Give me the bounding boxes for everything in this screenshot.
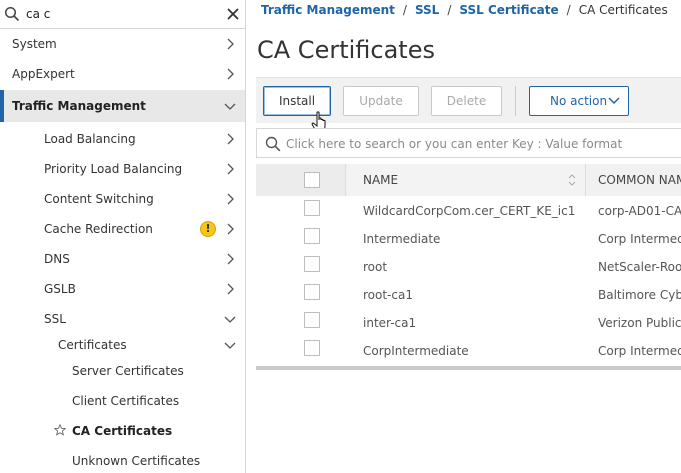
sidebar-item-label: Content Switching: [44, 192, 154, 206]
table-search-placeholder: Click here to search or you can enter Ke…: [286, 137, 623, 151]
sidebar-item-priority-load-balancing[interactable]: Priority Load Balancing: [0, 154, 245, 184]
column-header-label: NAME: [363, 173, 399, 187]
sidebar-item-label: Certificates: [58, 338, 127, 352]
sidebar-item-label: Client Certificates: [72, 394, 180, 408]
breadcrumb-separator: /: [447, 3, 452, 17]
breadcrumb-link[interactable]: Traffic Management: [261, 3, 395, 17]
cell-name: root-ca1: [363, 288, 413, 302]
sidebar-item-traffic-management[interactable]: Traffic Management: [0, 90, 245, 122]
cell-name: inter-ca1: [363, 316, 417, 330]
row-checkbox[interactable]: [304, 284, 320, 300]
sidebar-item-label: Cache Redirection: [44, 222, 153, 236]
chevron-right-icon: [227, 253, 234, 265]
cell-common-name: Corp Intermedia: [598, 232, 681, 246]
search-icon: [4, 6, 20, 22]
table-search[interactable]: Click here to search or you can enter Ke…: [256, 128, 681, 158]
chevron-down-icon: [224, 316, 236, 323]
cell-common-name: Baltimore Cyber: [598, 288, 681, 302]
chevron-right-icon: [227, 38, 234, 50]
header-select-column: [256, 164, 346, 196]
sidebar-item-ca-certificates[interactable]: CA Certificates: [0, 416, 245, 446]
cell-name: WildcardCorpCom.cer_CERT_KE_ic1: [363, 204, 576, 218]
delete-button[interactable]: Delete: [431, 86, 502, 116]
chevron-right-icon: [227, 193, 234, 205]
toolbar: Install Update Delete No action: [256, 77, 681, 132]
sidebar-item-label: Traffic Management: [12, 99, 146, 113]
breadcrumb-link[interactable]: SSL Certificate: [459, 3, 558, 17]
table-row[interactable]: CorpIntermediate Corp Intermedia: [256, 336, 681, 364]
chevron-down-icon: [608, 97, 620, 105]
sidebar-item-label: Priority Load Balancing: [44, 162, 183, 176]
sidebar-item-load-balancing[interactable]: Load Balancing: [0, 124, 245, 154]
table-row[interactable]: inter-ca1 Verizon Public S: [256, 308, 681, 336]
breadcrumb-separator: /: [566, 3, 571, 17]
chevron-right-icon: [227, 133, 234, 145]
sidebar-item-cache-redirection[interactable]: Cache Redirection !: [0, 214, 245, 244]
sidebar-item-label: CA Certificates: [72, 424, 173, 438]
row-checkbox[interactable]: [304, 256, 320, 272]
table-row[interactable]: Intermediate Corp Intermedia: [256, 224, 681, 252]
sidebar-item-label: Server Certificates: [72, 364, 184, 378]
sidebar-item-label: System: [12, 37, 57, 51]
row-checkbox[interactable]: [304, 228, 320, 244]
cell-name: root: [363, 260, 388, 274]
sidebar-search: [0, 0, 246, 29]
action-dropdown-label: No action: [550, 94, 608, 108]
table-row[interactable]: root NetScaler-Root-: [256, 252, 681, 280]
table-header: NAME COMMON NAME: [256, 164, 681, 196]
chevron-right-icon: [227, 283, 234, 295]
row-checkbox[interactable]: [304, 340, 320, 356]
cell-name: CorpIntermediate: [363, 344, 469, 358]
search-input[interactable]: [26, 5, 216, 23]
table-row[interactable]: WildcardCorpCom.cer_CERT_KE_ic1 corp-AD0…: [256, 196, 681, 224]
breadcrumb: Traffic Management / SSL / SSL Certificate / C…: [261, 3, 668, 17]
sidebar-item-label: Unknown Certificates: [72, 454, 201, 468]
sidebar-item-label: Load Balancing: [44, 132, 136, 146]
column-header-name[interactable]: NAME: [347, 164, 586, 196]
sidebar: System AppExpert Traffic Management Load…: [0, 0, 246, 473]
sidebar-item-gslb[interactable]: GSLB: [0, 274, 245, 304]
cell-name: Intermediate: [363, 232, 441, 246]
close-icon[interactable]: [226, 7, 240, 21]
cell-common-name: NetScaler-Root-: [598, 260, 681, 274]
certificates-table: NAME COMMON NAME WildcardCorpCom.cer_CER…: [256, 164, 681, 370]
sidebar-item-client-certificates[interactable]: Client Certificates: [0, 386, 245, 416]
page-title: CA Certificates: [257, 36, 435, 64]
sort-icon[interactable]: [568, 173, 576, 187]
chevron-down-icon: [224, 103, 236, 110]
chevron-right-icon: [227, 163, 234, 175]
chevron-right-icon: [227, 223, 234, 235]
sidebar-item-label: DNS: [44, 252, 70, 266]
search-icon: [265, 136, 281, 152]
sidebar-item-unknown-certificates[interactable]: Unknown Certificates: [0, 446, 245, 473]
action-dropdown[interactable]: No action: [529, 86, 629, 116]
sidebar-item-label: AppExpert: [12, 67, 75, 81]
star-icon[interactable]: [54, 424, 66, 436]
table-row[interactable]: root-ca1 Baltimore Cyber: [256, 280, 681, 308]
breadcrumb-current: CA Certificates: [578, 3, 668, 17]
row-checkbox[interactable]: [304, 312, 320, 328]
cell-common-name: Verizon Public S: [598, 316, 681, 330]
sidebar-item-server-certificates[interactable]: Server Certificates: [0, 356, 245, 386]
sidebar-item-dns[interactable]: DNS: [0, 244, 245, 274]
warning-icon: !: [200, 221, 216, 237]
update-button[interactable]: Update: [343, 86, 419, 116]
sidebar-item-appexpert[interactable]: AppExpert: [0, 59, 245, 89]
column-header-label: COMMON NAME: [598, 173, 681, 187]
sidebar-item-label: SSL: [44, 312, 66, 326]
sidebar-item-label: GSLB: [44, 282, 76, 296]
chevron-right-icon: [227, 68, 234, 80]
breadcrumb-link[interactable]: SSL: [415, 3, 439, 17]
select-all-checkbox[interactable]: [304, 172, 320, 188]
breadcrumb-separator: /: [402, 3, 407, 17]
toolbar-divider: [515, 86, 516, 116]
chevron-down-icon: [224, 342, 236, 349]
sidebar-item-system[interactable]: System: [0, 29, 245, 59]
row-checkbox[interactable]: [304, 200, 320, 216]
sidebar-item-content-switching[interactable]: Content Switching: [0, 184, 245, 214]
main-content: Traffic Management / SSL / SSL Certificate / C…: [246, 0, 681, 473]
cell-common-name: corp-AD01-CA: [598, 204, 681, 218]
cell-common-name: Corp Intermedia: [598, 344, 681, 358]
column-header-common-name[interactable]: COMMON NAME: [587, 164, 681, 196]
